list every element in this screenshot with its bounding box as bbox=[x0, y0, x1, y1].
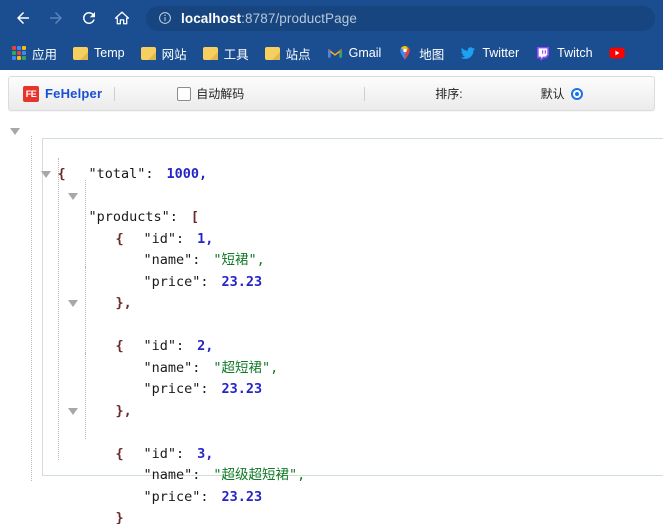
bookmark-gmail[interactable]: Gmail bbox=[325, 41, 384, 65]
bookmark-label: 网站 bbox=[161, 47, 187, 62]
site-info-icon[interactable] bbox=[158, 11, 172, 25]
fehelper-brand[interactable]: FE FeHelper bbox=[9, 85, 114, 102]
json-line-object-close: }, bbox=[0, 272, 663, 311]
auto-decode-checkbox[interactable]: 自动解码 bbox=[177, 85, 244, 102]
twitter-bird-icon bbox=[461, 47, 476, 59]
reload-icon bbox=[82, 11, 95, 24]
collapse-triangle-icon[interactable] bbox=[68, 192, 78, 200]
collapse-triangle-icon[interactable] bbox=[68, 300, 78, 307]
sort-label-group: 排序: bbox=[435, 85, 462, 102]
back-button[interactable] bbox=[10, 5, 36, 31]
json-line-object-open: { bbox=[0, 401, 663, 462]
folder-icon bbox=[140, 46, 156, 60]
home-button[interactable] bbox=[109, 5, 135, 31]
fehelper-toolbar: FE FeHelper 自动解码 排序: 默认 升序 bbox=[8, 76, 655, 111]
json-line-price: "price": 23.23 bbox=[0, 358, 663, 397]
json-line-price: "price": 23.23 bbox=[0, 465, 663, 505]
json-line-products-close: ] bbox=[0, 508, 663, 524]
home-icon bbox=[114, 11, 130, 25]
json-line-root-open: { bbox=[0, 121, 663, 182]
bookmark-twitter[interactable]: Twitter bbox=[458, 41, 521, 65]
bookmark-apps[interactable]: 应用 bbox=[10, 41, 59, 65]
toolbar-divider-1 bbox=[114, 86, 116, 101]
fehelper-brand-name: FeHelper bbox=[45, 86, 103, 101]
browser-chrome: localhost:8787/productPage 应用 Temp 网站 工具 bbox=[0, 0, 663, 70]
gmail-icon bbox=[327, 48, 342, 58]
sort-default-radio[interactable]: 默认 bbox=[541, 85, 583, 102]
json-line-object-close: } bbox=[0, 487, 663, 524]
json-line-name: "name": "短裙", bbox=[0, 229, 663, 268]
bookmark-label: Twitter bbox=[482, 46, 520, 60]
bookmark-twitch[interactable]: Twitch bbox=[533, 41, 594, 65]
folder-icon bbox=[264, 46, 280, 60]
sort-label: 排序: bbox=[435, 87, 463, 101]
bookmark-label: Twitch bbox=[557, 46, 593, 60]
json-line-object-open: { bbox=[0, 186, 663, 247]
collapse-triangle-icon[interactable] bbox=[68, 407, 78, 415]
browser-navigation-bar: localhost:8787/productPage bbox=[0, 0, 663, 36]
fehelper-toolbar-container: FE FeHelper 自动解码 排序: 默认 升序 bbox=[0, 70, 663, 115]
json-line-total: "total": 1000, bbox=[0, 143, 663, 182]
bookmarks-bar: 应用 Temp 网站 工具 站点 Gmail 地图 Twitter Twitch bbox=[0, 36, 663, 70]
apps-grid-icon bbox=[12, 46, 26, 60]
folder-icon bbox=[73, 46, 89, 60]
collapse-triangle-icon[interactable] bbox=[41, 171, 51, 178]
address-bar-url: localhost:8787/productPage bbox=[181, 11, 357, 26]
checkbox-icon[interactable] bbox=[177, 86, 192, 101]
bookmark-label: 地图 bbox=[419, 47, 445, 62]
bookmark-youtube[interactable] bbox=[607, 41, 633, 65]
json-line-price: "price": 23.23 bbox=[0, 250, 663, 290]
folder-icon bbox=[202, 46, 218, 60]
twitch-icon bbox=[537, 47, 550, 61]
reload-button[interactable] bbox=[76, 5, 102, 31]
json-line-id: "id": 3, bbox=[0, 422, 663, 462]
back-arrow-icon bbox=[17, 12, 29, 24]
youtube-icon bbox=[608, 47, 625, 59]
address-bar[interactable]: localhost:8787/productPage bbox=[146, 5, 655, 31]
url-path: :8787/productPage bbox=[241, 10, 357, 26]
bookmark-label: 站点 bbox=[285, 47, 311, 62]
sort-default-label: 默认 bbox=[540, 87, 565, 101]
json-viewer: { "total": 1000, "products":[ { "id": 1, "… bbox=[0, 115, 663, 524]
json-line-products: "products":[ bbox=[0, 164, 663, 225]
json-line-object-open: { bbox=[0, 293, 663, 354]
forward-button[interactable] bbox=[43, 5, 69, 31]
toolbar-divider-2 bbox=[364, 86, 366, 101]
radio-selected-icon[interactable] bbox=[570, 87, 583, 100]
bookmark-sites[interactable]: 站点 bbox=[263, 41, 313, 65]
collapse-triangle-icon[interactable] bbox=[10, 128, 20, 135]
bookmark-label: 应用 bbox=[32, 47, 58, 62]
bookmark-label: Gmail bbox=[348, 46, 382, 60]
bookmark-websites[interactable]: 网站 bbox=[139, 41, 189, 65]
json-line-object-close: }, bbox=[0, 379, 663, 419]
json-line-id: "id": 1, bbox=[0, 207, 663, 247]
bookmark-label: 工具 bbox=[223, 47, 249, 62]
json-line-name: "name": "超级超短裙", bbox=[0, 444, 663, 483]
bookmark-temp[interactable]: Temp bbox=[71, 41, 127, 65]
forward-arrow-icon bbox=[50, 12, 62, 24]
json-line-name: "name": "超短裙", bbox=[0, 336, 663, 376]
json-line-id: "id": 2, bbox=[0, 315, 663, 354]
fehelper-logo-icon: FE bbox=[23, 85, 39, 102]
bookmark-maps[interactable]: 地图 bbox=[395, 41, 446, 65]
auto-decode-label: 自动解码 bbox=[196, 87, 245, 101]
url-host: localhost bbox=[181, 10, 242, 26]
bookmark-label: Temp bbox=[94, 46, 125, 60]
bookmark-tools[interactable]: 工具 bbox=[201, 41, 251, 65]
maps-pin-icon bbox=[400, 46, 410, 60]
